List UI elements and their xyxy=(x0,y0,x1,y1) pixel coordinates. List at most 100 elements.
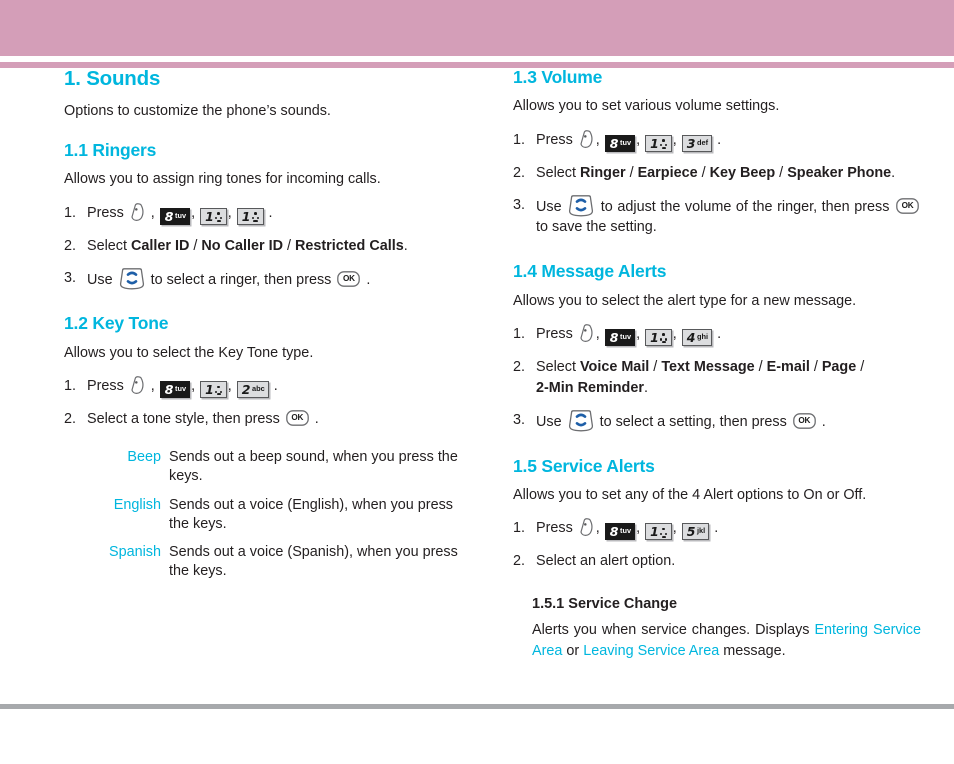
definition-description: Sends out a voice (Spanish), when you pr… xyxy=(169,544,458,580)
key-separator: , xyxy=(150,204,155,221)
step-item: 2. Select an alert option. xyxy=(513,551,921,572)
service-alerts-steps: 1. Press , 8 tuv, 1, 5 jkl . 2. Select an … xyxy=(513,518,921,572)
step-marker: 3. xyxy=(513,196,526,213)
step-marker: 2. xyxy=(513,553,526,570)
keypad-key-4: 4 ghi xyxy=(681,329,713,346)
key-separator: , xyxy=(636,131,641,148)
key-separator: , xyxy=(672,131,677,148)
step-item: 3. Use to select a ringer, then press OK xyxy=(64,267,472,291)
menu-option: 2-Min Reminder xyxy=(536,379,644,396)
ok-key-icon: OK xyxy=(285,410,309,426)
keypad-key-8: 8 tuv xyxy=(604,329,636,346)
keypad-key-5: 5 jkl xyxy=(681,523,710,541)
heading-number: 1.5.1 xyxy=(532,596,565,613)
step-marker: 1. xyxy=(64,204,77,221)
body-text: or xyxy=(562,642,584,659)
menu-option: No Caller ID xyxy=(201,237,283,254)
step-item: 1. Press , 8 tuv, 1, 4 ghi . xyxy=(513,324,921,346)
key-separator: , xyxy=(191,204,196,221)
key-separator: , xyxy=(672,520,677,537)
step-marker: 1. xyxy=(513,326,526,342)
heading-volume: 1.3 Volume xyxy=(513,67,603,87)
step-tail: . xyxy=(273,378,278,395)
key-separator: , xyxy=(636,326,641,342)
menu-option: E-mail xyxy=(766,359,810,375)
menu-option: Voice Mail xyxy=(580,359,650,375)
step-tail: . xyxy=(821,413,826,430)
step-item: 1. Press , 8 tuv, 1, 2 abc . xyxy=(64,376,472,399)
key-tone-definition-table: Beep Sends out a beep sound, when you pr… xyxy=(83,448,472,591)
keypad-key-8: 8 tuv xyxy=(604,523,636,541)
menu-option: Speaker Phone xyxy=(787,164,892,181)
step-lead: Press xyxy=(87,378,124,395)
step-lead: Select an alert option. xyxy=(536,553,676,570)
heading-ringers: 1.1 Ringers xyxy=(64,139,157,160)
keypad-key-8: 8 tuv xyxy=(159,381,191,399)
right-column: 1.3 Volume Allows you to set various vol… xyxy=(513,67,921,662)
menu-key-icon xyxy=(578,324,595,343)
step-lead: Press xyxy=(536,131,573,148)
service-alerts-intro: Allows you to set any of the 4 Alert opt… xyxy=(513,486,867,503)
step-tail: . xyxy=(717,326,722,342)
step-lead: Press xyxy=(536,326,573,342)
keypad-key-8: 8 tuv xyxy=(159,207,191,225)
step-lead: Use xyxy=(536,198,562,215)
menu-option: Ringer xyxy=(580,164,626,181)
keypad-key-3: 3 def xyxy=(681,134,713,152)
footer-rule xyxy=(0,704,954,709)
step-marker: 2. xyxy=(513,359,526,375)
definition-term: Spanish xyxy=(108,544,161,561)
key-tone-steps: 1. Press , 8 tuv, 1, 2 abc . 2. Select a t… xyxy=(64,376,472,430)
message-alerts-steps: 1. Press , 8 tuv, 1, 4 ghi . 2. Select Voi… xyxy=(513,324,921,433)
menu-option: Key Beep xyxy=(709,164,776,181)
step-lead: Select xyxy=(536,164,576,181)
service-change-body: Alerts you when service changes. Display… xyxy=(532,620,921,662)
menu-option: Page xyxy=(821,359,857,375)
key-separator: , xyxy=(672,326,677,342)
key-separator: , xyxy=(595,326,600,342)
keypad-key-1: 1 xyxy=(645,523,672,541)
definition-description: Sends out a voice (English), when you pr… xyxy=(169,496,453,532)
step-lead: Press xyxy=(87,204,124,221)
step-item: 2. Select Ringer / Earpiece / Key Beep /… xyxy=(513,163,921,184)
step-tail: . xyxy=(268,204,273,221)
service-change-block: 1.5.1 Service Change Alerts you when ser… xyxy=(532,596,921,661)
step-marker: 1. xyxy=(64,378,77,395)
sounds-intro: Options to customize the phone’s sounds. xyxy=(64,102,331,119)
key-separator: , xyxy=(227,204,232,221)
key-separator: , xyxy=(227,378,232,395)
ok-key-label: OK xyxy=(901,200,914,210)
keypad-key-1: 1 xyxy=(200,207,227,225)
ringers-steps: 1. Press , 8 tuv, 1, 1 . 2. Select Caller… xyxy=(64,202,472,291)
page-content: 1. Sounds Options to customize the phone… xyxy=(0,67,954,704)
key-separator: , xyxy=(150,378,155,395)
step-tail: . xyxy=(643,379,648,396)
menu-key-icon xyxy=(578,518,595,537)
menu-option: Text Message xyxy=(661,359,755,375)
step-tail: . xyxy=(717,131,722,148)
heading-service-change: 1.5.1 Service Change xyxy=(532,596,921,613)
definition-term: Beep xyxy=(127,448,161,465)
heading-text: Service Change xyxy=(568,596,678,613)
keypad-key-8: 8 tuv xyxy=(604,134,636,152)
step-lead: Select a tone style, then press xyxy=(87,411,280,428)
step-tail: . xyxy=(714,520,719,537)
menu-option: Caller ID xyxy=(131,237,190,254)
step-item: 2. Select Voice Mail / Text Message / E-… xyxy=(513,359,865,396)
keypad-key-1: 1 xyxy=(645,134,672,152)
key-separator: , xyxy=(595,131,600,148)
step-tail: . xyxy=(366,271,371,288)
keypad-key-1: 1 xyxy=(200,381,227,399)
step-tail: . xyxy=(891,164,896,181)
step-tail: . xyxy=(403,237,408,254)
step-marker: 1. xyxy=(513,520,526,537)
step-marker: 3. xyxy=(64,269,77,286)
step-item: 2. Select Caller ID / No Caller ID / Res… xyxy=(64,236,472,257)
ok-key-label: OK xyxy=(291,413,304,423)
table-row: Beep Sends out a beep sound, when you pr… xyxy=(83,448,472,496)
step-tail: . xyxy=(314,411,319,428)
key-separator: , xyxy=(636,520,641,537)
ok-key-icon: OK xyxy=(337,270,361,287)
ok-key-label: OK xyxy=(342,273,355,283)
table-row: Spanish Sends out a voice (Spanish), whe… xyxy=(83,543,472,591)
